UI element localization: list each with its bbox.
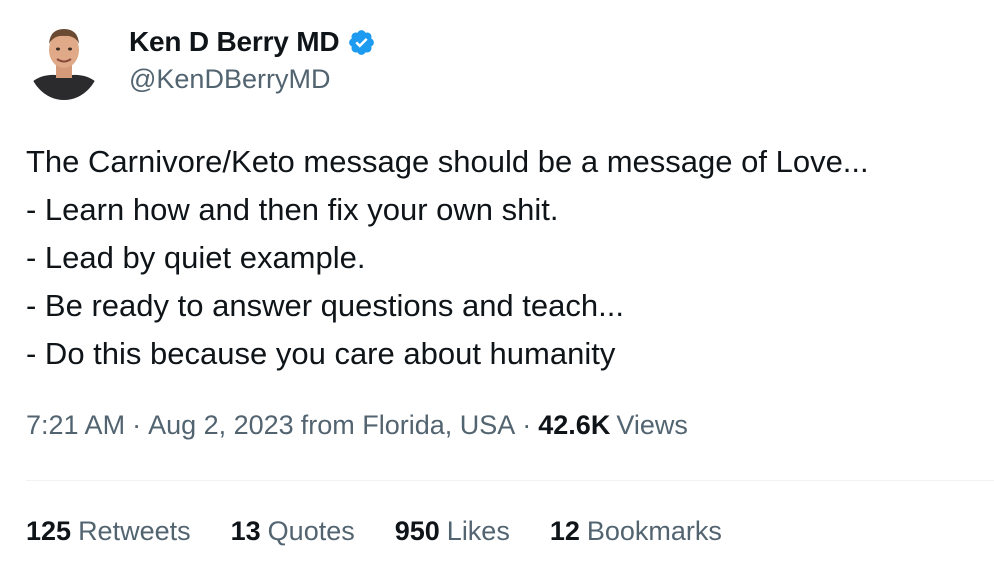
tweet-date[interactable]: Aug 2, 2023 [148, 410, 294, 441]
bookmarks-count: 12 [549, 516, 580, 546]
tweet-location: from Florida, USA [300, 410, 516, 440]
bookmarks-label: Bookmarks [586, 516, 722, 546]
likes-stat[interactable]: 950 Likes [395, 516, 510, 547]
avatar[interactable] [28, 20, 100, 100]
likes-count: 950 [394, 516, 440, 546]
tweet-card: Ken D Berry MD @KenDBerryMD The Carnivor… [0, 0, 994, 584]
tweet-line: - Do this because you care about humanit… [26, 336, 616, 371]
author-name[interactable]: Ken D Berry MD [129, 26, 340, 58]
tweet-text: The Carnivore/Keto message should be a m… [26, 138, 976, 378]
tweet-time[interactable]: 7:21 AM [26, 410, 125, 441]
tweet-line: The Carnivore/Keto message should be a m… [26, 144, 869, 179]
divider [26, 480, 994, 481]
quotes-count: 13 [230, 516, 261, 546]
quotes-stat[interactable]: 13 Quotes [231, 516, 355, 547]
tweet-meta: 7:21 AM · Aug 2, 2023 from Florida, USA … [26, 410, 688, 441]
views-count: 42.6K [538, 410, 611, 440]
author-name-row[interactable]: Ken D Berry MD [129, 24, 376, 60]
bookmarks-stat[interactable]: 12 Bookmarks [550, 516, 722, 547]
tweet-line: - Lead by quiet example. [26, 240, 366, 275]
likes-label: Likes [446, 516, 510, 546]
author-handle[interactable]: @KenDBerryMD [129, 64, 330, 95]
tweet-line: - Be ready to answer questions and teach… [26, 288, 624, 323]
quotes-label: Quotes [267, 516, 355, 546]
retweets-stat[interactable]: 125 Retweets [26, 516, 191, 547]
tweet-line: - Learn how and then fix your own shit. [26, 192, 559, 227]
meta-separator: · [132, 410, 142, 440]
views-label: Views [616, 410, 688, 440]
retweets-count: 125 [26, 516, 72, 546]
avatar-photo [28, 20, 100, 100]
meta-separator: · [522, 410, 532, 440]
retweets-label: Retweets [78, 516, 191, 546]
engagement-stats: 125 Retweets 13 Quotes 950 Likes 12 Book… [26, 516, 762, 547]
verified-badge-icon[interactable] [347, 28, 376, 57]
